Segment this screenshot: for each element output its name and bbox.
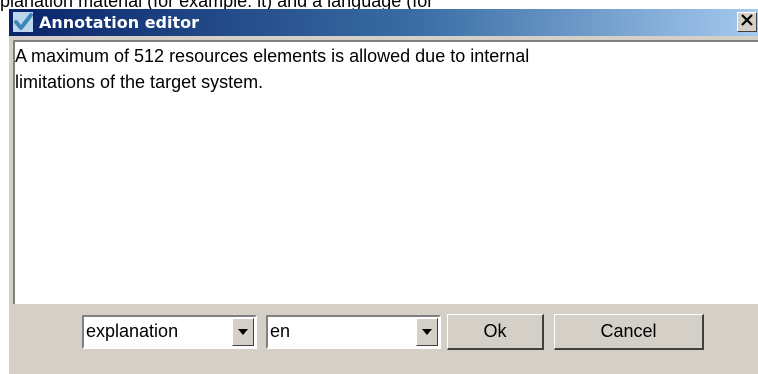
ok-button[interactable]: Ok <box>447 314 544 350</box>
language-dropdown-button[interactable] <box>416 318 438 346</box>
annotation-editor-dialog: Annotation editor A maximum of 512 resou… <box>8 9 758 374</box>
annotation-type-select[interactable]: explanation <box>82 315 257 349</box>
annotation-type-value: explanation <box>86 321 179 341</box>
language-select[interactable]: en <box>266 315 441 349</box>
annotation-type-dropdown-button[interactable] <box>232 318 254 346</box>
window-title: Annotation editor <box>39 13 200 32</box>
chevron-down-icon <box>422 329 432 335</box>
button-bar: explanation en Ok Cancel <box>9 307 758 374</box>
checkmark-icon <box>13 12 33 32</box>
title-bar[interactable]: Annotation editor <box>9 9 758 36</box>
cancel-button[interactable]: Cancel <box>554 314 704 350</box>
chevron-down-icon <box>238 329 248 335</box>
annotation-text-area[interactable]: A maximum of 512 resources elements is a… <box>13 40 758 304</box>
close-icon <box>741 13 753 31</box>
close-button[interactable] <box>737 12 757 32</box>
language-value: en <box>270 321 291 341</box>
